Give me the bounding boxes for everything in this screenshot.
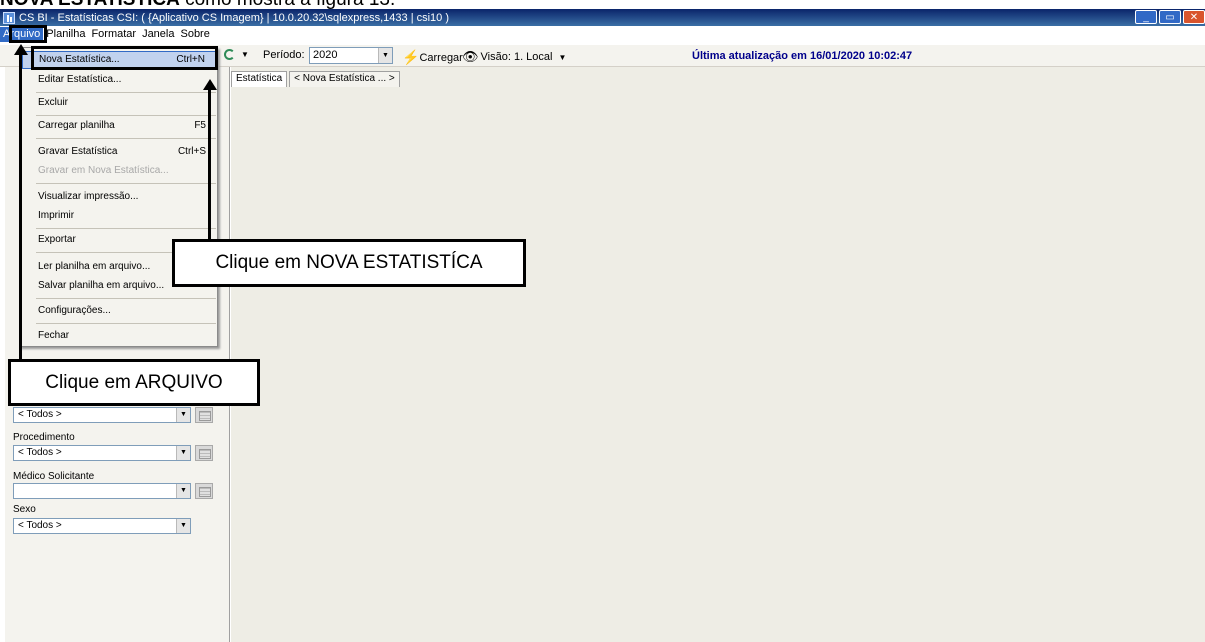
tab-nova-estatistica[interactable]: < Nova Estatística ... > [289,71,400,87]
menu-item-label: Salvar planilha em arquivo... [38,280,165,291]
menu-item-fechar[interactable]: Fechar [22,327,216,345]
menu-separator [36,183,216,184]
chevron-down-icon: ▼ [558,52,567,62]
chevron-down-icon[interactable]: ▼ [176,519,190,533]
menu-planilha[interactable]: Planilha [43,27,88,42]
chevron-down-icon[interactable]: ▼ [176,408,190,422]
window-titlebar[interactable]: CS BI - Estatísticas CSI: ( {Aplicativo … [0,9,1205,26]
procedimento-combo[interactable]: < Todos > ▼ [13,445,191,461]
arrow-nova-estatistica [208,88,211,248]
close-icon[interactable]: ✕ [1183,10,1205,24]
chevron-down-icon: ▼ [241,50,249,59]
menu-separator [36,228,216,229]
menu-item-label: Visualizar impressão... [38,191,139,202]
arquivo-highlight-box [9,25,47,43]
view-button[interactable]: 👁 Visão: 1. Local ▼ [462,49,566,65]
arquivo-menu: Nova Estatística... Ctrl+N Editar Estatí… [19,47,218,347]
chevron-down-icon[interactable]: ▼ [378,48,392,63]
minimize-icon[interactable]: _ [1135,10,1157,24]
callout-arquivo: Clique em ARQUIVO [8,359,260,406]
period-select[interactable]: 2020 ▼ [309,47,393,64]
menu-item-visualizar-impressao[interactable]: Visualizar impressão... [22,188,216,206]
tab-estatistica[interactable]: Estatística [231,71,288,87]
view-label: Visão: 1. Local [480,51,553,63]
menu-item-label: Ler planilha em arquivo... [38,261,151,272]
menu-item-imprimir[interactable]: Imprimir [22,207,216,225]
load-label: Carregar [419,51,463,64]
arrow-up-icon [14,44,28,55]
period-value: 2020 [313,49,338,61]
last-update-text: Última atualização em 16/01/2020 10:02:4… [692,50,913,62]
menu-sobre[interactable]: Sobre [177,27,212,42]
grid-icon[interactable] [195,407,213,423]
menu-bar: Arquivo Planilha Formatar Janela Sobre [0,26,1205,43]
menu-formatar[interactable]: Formatar [88,27,139,42]
main-area [231,67,1205,642]
arrow-up-icon [203,79,217,90]
menu-separator [36,92,216,93]
filter-value: < Todos > [18,409,62,420]
window-title: CS BI - Estatísticas CSI: ( {Aplicativo … [19,11,450,24]
document-caption: NOVA ESTATISTICA como mostra a figura 13… [0,0,600,10]
menu-separator [36,138,216,139]
sexo-combo[interactable]: < Todos > ▼ [13,518,191,534]
chevron-down-icon[interactable]: ▼ [176,446,190,460]
menu-item-carregar-planilha[interactable]: Carregar planilha F5 [22,117,216,135]
procedimento-label: Procedimento [13,432,75,443]
menu-separator [36,298,216,299]
menu-item-gravar-nova-estatistica: Gravar em Nova Estatística... [22,162,216,180]
menu-item-label: Gravar em Nova Estatística... [38,165,169,176]
eye-icon: 👁 [462,49,479,64]
menu-item-label: Imprimir [38,210,75,221]
load-button[interactable]: ⚡ Carregar [402,49,463,66]
medico-label: Médico Solicitante [13,471,95,482]
menu-item-gravar-estatistica[interactable]: Gravar Estatística Ctrl+S [22,143,216,161]
sexo-value: < Todos > [18,520,62,531]
menu-item-label: Carregar planilha [38,120,115,131]
lightning-icon: ⚡ [402,49,420,65]
arrow-arquivo [19,52,22,359]
refresh-icon [224,49,235,60]
menu-item-label: Fechar [38,330,70,341]
menu-item-label: Excluir [38,97,69,108]
menu-item-label: Exportar [38,234,76,245]
menu-item-editar-estatistica[interactable]: Editar Estatística... [22,71,216,89]
callout-nova-estatistica: Clique em NOVA ESTATISTÍCA [172,239,526,287]
sexo-label: Sexo [13,504,36,515]
app-icon [3,11,15,24]
menu-item-shortcut: F5 [194,120,206,131]
menu-item-label: Editar Estatística... [38,74,122,85]
menu-separator [36,323,216,324]
nova-estatistica-highlight-box [31,46,218,70]
grid-icon[interactable] [195,483,213,499]
filter-combo[interactable]: < Todos > ▼ [13,407,191,423]
menu-item-shortcut: Ctrl+S [177,146,206,157]
menu-item-label: Configurações... [38,305,111,316]
tab-strip: Estatística < Nova Estatística ... > [231,71,402,87]
menu-item-label: Gravar Estatística [38,146,118,157]
medico-combo[interactable]: ▼ [13,483,191,499]
period-label: Período: [263,49,305,61]
grid-icon[interactable] [195,445,213,461]
procedimento-value: < Todos > [18,447,62,458]
menu-item-excluir[interactable]: Excluir [22,94,216,112]
maximize-icon[interactable]: ▭ [1159,10,1181,24]
menu-separator [36,115,216,116]
menu-janela[interactable]: Janela [139,27,177,42]
chevron-down-icon[interactable]: ▼ [176,484,190,498]
menu-item-configuracoes[interactable]: Configurações... [22,302,216,320]
refresh-button[interactable]: ▼ [224,49,249,60]
